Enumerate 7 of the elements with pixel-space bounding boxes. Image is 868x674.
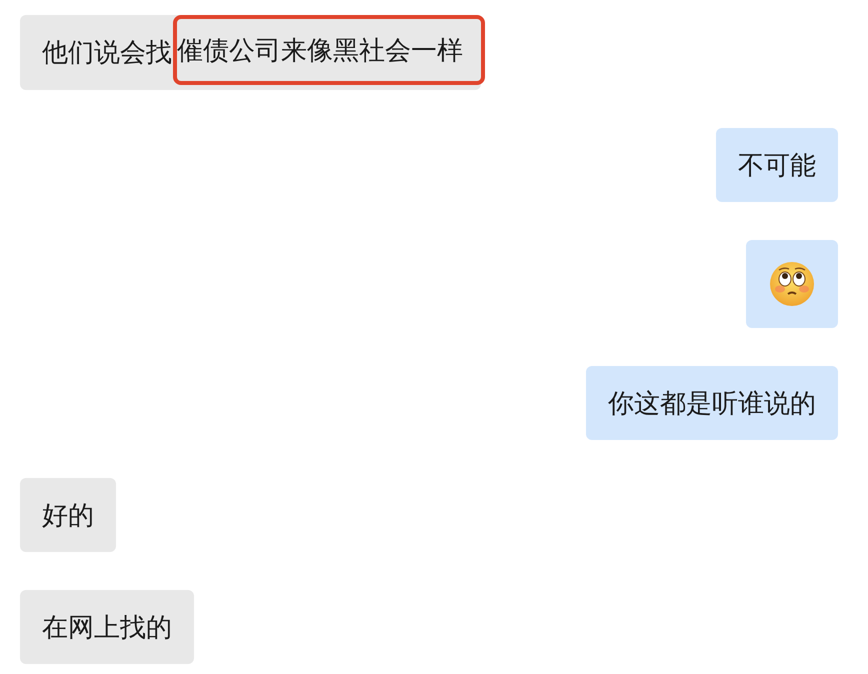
chat-bubble: 好的 [20, 478, 116, 552]
message-text: 他们说会找 [42, 36, 172, 69]
flushed-face-icon [769, 261, 815, 307]
chat-bubble: 在网上找的 [20, 590, 194, 664]
highlighted-text: 催债公司来像黑社会一样 [173, 15, 485, 85]
chat-bubble: 你这都是听谁说的 [586, 366, 838, 440]
chat-bubble: 不可能 [716, 128, 838, 202]
